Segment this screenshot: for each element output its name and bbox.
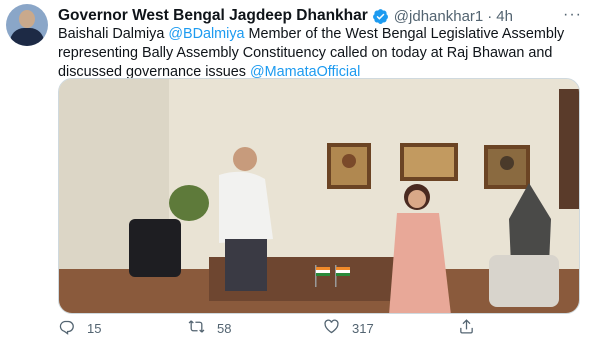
display-name[interactable]: Governor West Bengal Jagdeep Dhankhar: [58, 7, 368, 25]
share-button[interactable]: [458, 318, 475, 338]
avatar[interactable]: [6, 4, 48, 46]
heart-icon: [323, 318, 340, 338]
reply-icon: [58, 318, 75, 338]
handle[interactable]: @jdhankhar1: [394, 8, 483, 25]
retweet-button[interactable]: 58: [188, 318, 323, 338]
retweet-count: 58: [217, 320, 232, 336]
timestamp[interactable]: 4h: [496, 8, 513, 25]
more-options-icon[interactable]: ···: [563, 6, 582, 24]
reply-count: 15: [87, 320, 102, 336]
like-count: 317: [352, 320, 374, 336]
avatar-body: [10, 28, 44, 46]
mention-link[interactable]: @BDalmiya: [168, 26, 244, 42]
tweet-header: Governor West Bengal Jagdeep Dhankhar @j…: [58, 6, 513, 26]
tweet-photo[interactable]: [58, 78, 580, 314]
reply-button[interactable]: 15: [58, 318, 188, 338]
share-icon: [458, 318, 475, 338]
like-button[interactable]: 317: [323, 318, 458, 338]
verified-badge-icon: [372, 8, 389, 25]
tweet-actions: 15 58 317: [58, 318, 578, 338]
tweet[interactable]: Governor West Bengal Jagdeep Dhankhar @j…: [0, 0, 600, 338]
retweet-icon: [188, 318, 205, 338]
separator-dot: ·: [487, 7, 493, 25]
tweet-text: Baishali Dalmiya @BDalmiya Member of the…: [58, 25, 588, 82]
tweet-text-part: Baishali Dalmiya: [58, 26, 169, 42]
photo-illustration: [59, 79, 579, 313]
avatar-head: [19, 10, 35, 28]
